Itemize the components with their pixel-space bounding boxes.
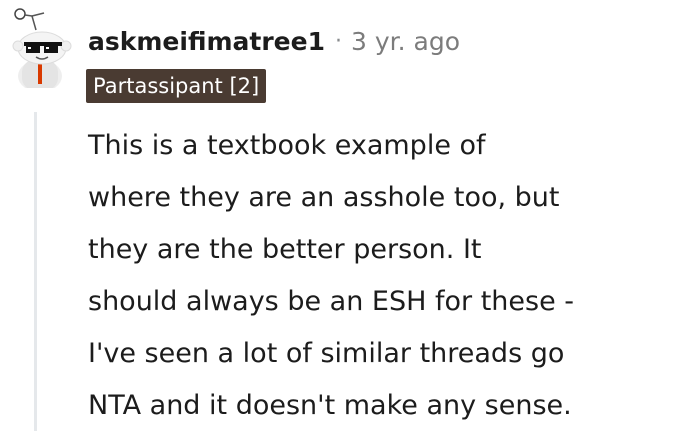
avatar[interactable] <box>4 4 76 88</box>
snoo-avatar-icon <box>12 8 72 88</box>
comment-body-line: they are the better person. It <box>88 234 482 265</box>
comment-body-line: should always be an ESH for these - <box>88 286 575 317</box>
username-link[interactable]: askmeifimatree1 <box>88 27 325 56</box>
comment-timestamp[interactable]: 3 yr. ago <box>351 27 460 56</box>
comment-body-line: NTA and it doesn't make any sense. <box>88 390 572 421</box>
separator-dot: · <box>335 28 342 54</box>
comment-body: This is a textbook example of where they… <box>88 120 648 431</box>
comment-body-line: I've seen a lot of similar threads go <box>88 338 565 369</box>
comment: askmeifimatree1 · 3 yr. ago Partassipant… <box>0 0 700 431</box>
comment-header: askmeifimatree1 · 3 yr. ago <box>88 22 460 60</box>
comment-body-line: where they are an asshole too, but <box>88 182 560 213</box>
thread-collapse-line[interactable] <box>34 112 37 431</box>
comment-body-line: This is a textbook example of <box>88 130 486 161</box>
user-flair: Partassipant [2] <box>86 69 267 103</box>
